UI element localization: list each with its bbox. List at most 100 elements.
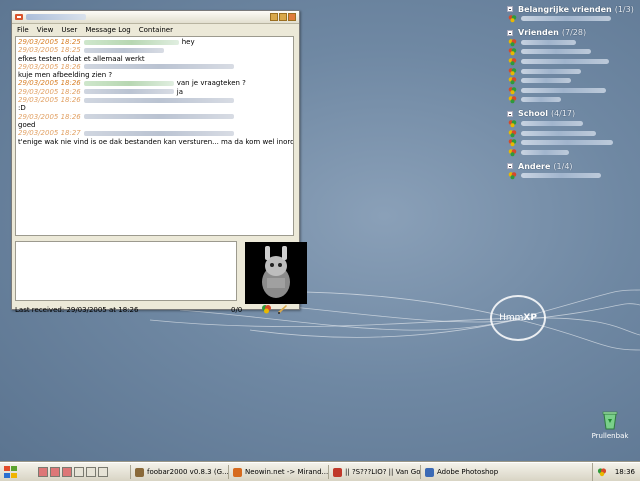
contact-list[interactable]: Belangrijke vrienden (1/3) Vrienden (7/28) S… [506, 3, 638, 184]
collapse-toggle[interactable] [507, 163, 513, 170]
group-count: (7/28) [561, 28, 587, 38]
msn-status-icon[interactable] [261, 303, 272, 314]
recycle-bin-label: Prullenbak [591, 432, 629, 440]
group-name: School [518, 109, 548, 119]
contact-item[interactable] [506, 148, 638, 158]
contact-name-redacted [521, 121, 583, 127]
collapse-toggle[interactable] [507, 6, 513, 12]
sender-name-redacted [83, 97, 234, 103]
contact-status-icon [508, 67, 517, 75]
message-timestamp: 29/03/2005 18:26 [18, 87, 81, 96]
message-row: 29/03/2005 18:26 van je vraagteken ? [18, 79, 291, 87]
message-log[interactable]: 29/03/2005 18:25 hey 29/03/2005 18:25 efkes… [15, 36, 294, 236]
last-received-text: Last received: 29/03/2005 at 18:26 [15, 306, 139, 314]
contact-item[interactable] [506, 76, 638, 86]
taskbar-button-label: foobar2000 v0.8.3 (G... [147, 468, 228, 476]
contact-avatar [245, 242, 307, 304]
message-row: 29/03/2005 18:26 ja [18, 88, 291, 96]
quicklaunch-icon[interactable] [86, 467, 96, 477]
status-bar: Last received: 29/03/2005 at 18:26 0/0 [15, 305, 297, 315]
recycle-bin-icon [602, 411, 618, 430]
message-text: kuje men afbeelding zien ? [18, 71, 113, 80]
foobar-icon [135, 467, 144, 477]
taskbar-button[interactable]: foobar2000 v0.8.3 (G... [130, 465, 228, 479]
contact-item[interactable] [506, 86, 638, 96]
contact-item[interactable] [506, 119, 638, 129]
contact-item[interactable] [506, 66, 638, 76]
menu-view[interactable]: View [37, 26, 54, 34]
contact-name-redacted [521, 173, 601, 179]
quicklaunch-icon[interactable] [62, 467, 72, 477]
contact-status-icon [508, 15, 517, 23]
quicklaunch-icon[interactable] [38, 467, 48, 477]
chat-window[interactable]: File View User Message Log Container 29/… [11, 10, 307, 314]
contact-name-redacted [521, 140, 613, 146]
send-icon[interactable] [277, 303, 288, 314]
contact-item[interactable] [506, 57, 638, 67]
contact-name-redacted [521, 16, 611, 22]
collapse-toggle[interactable] [507, 110, 513, 117]
recycle-bin[interactable]: Prullenbak [588, 410, 632, 440]
taskbar-button[interactable]: Adobe Photoshop [420, 465, 500, 479]
maximize-button[interactable] [279, 13, 287, 21]
contact-name-redacted [521, 97, 561, 103]
start-button[interactable] [4, 466, 18, 478]
minimize-button[interactable] [270, 13, 278, 21]
contact-item[interactable] [506, 138, 638, 148]
contact-group-header[interactable]: Vrienden (7/28) [506, 28, 638, 38]
contact-group-header[interactable]: Belangrijke vrienden (1/3) [506, 4, 638, 14]
contact-item[interactable] [506, 171, 638, 181]
contact-status-icon [508, 172, 517, 180]
contact-group-header[interactable]: Andere (1/4) [506, 161, 638, 171]
contact-item[interactable] [506, 38, 638, 48]
message-row: 29/03/2005 18:26 [18, 96, 291, 104]
menu-user[interactable]: User [61, 26, 77, 34]
message-text: van je vraagteken ? [176, 79, 246, 88]
group-name: Andere [518, 161, 551, 171]
message-text: goed [18, 120, 36, 129]
quicklaunch-icon[interactable] [50, 467, 60, 477]
contact-status-icon [508, 129, 517, 137]
taskbar-button[interactable]: Neowin.net -> Mirand... [228, 465, 328, 479]
contact-name-redacted [521, 59, 609, 65]
quicklaunch-icon[interactable] [74, 467, 84, 477]
message-timestamp: 29/03/2005 18:25 [18, 38, 81, 46]
message-row: t'enige wak nie vind is oe dak bestanden… [18, 138, 293, 146]
chat-titlebar[interactable] [12, 11, 299, 24]
menu-file[interactable]: File [17, 26, 29, 34]
tray-msn-icon[interactable] [597, 467, 607, 477]
contact-name-redacted [521, 49, 591, 55]
message-timestamp: 29/03/2005 18:27 [18, 129, 81, 138]
menu-message-log[interactable]: Message Log [85, 26, 130, 34]
contact-status-icon [508, 149, 517, 157]
contact-status-icon [508, 120, 517, 128]
contact-group-header[interactable]: School (4/17) [506, 109, 638, 119]
message-input[interactable] [15, 241, 237, 301]
group-count: (1/3) [614, 4, 634, 14]
sender-name-redacted [83, 39, 179, 45]
message-text: ja [176, 87, 183, 96]
collapse-toggle[interactable] [507, 29, 513, 36]
task-buttons: foobar2000 v0.8.3 (G... Neowin.net -> Mir… [130, 465, 500, 479]
clock[interactable]: 18:36 [615, 468, 635, 476]
contact-item[interactable] [506, 14, 638, 24]
close-button[interactable] [288, 13, 296, 21]
logo-suffix: XP [523, 313, 537, 323]
contact-name-redacted [521, 68, 581, 74]
group-count: (4/17) [550, 109, 576, 119]
message-row: efkes testen ofdat et allemaal werkt [18, 55, 291, 63]
contact-item[interactable] [506, 95, 638, 105]
taskbar-button[interactable]: || ?S???LIO? || Van Go... [328, 465, 420, 479]
contact-item[interactable] [506, 47, 638, 57]
contact-item[interactable] [506, 128, 638, 138]
message-timestamp: 29/03/2005 18:26 [18, 79, 81, 88]
message-text: :D [18, 104, 26, 113]
sender-name-redacted [83, 64, 234, 70]
contact-status-icon [508, 58, 517, 66]
taskbar-button-label: || ?S???LIO? || Van Go... [345, 468, 420, 476]
firefox-icon [233, 467, 242, 477]
message-row: 29/03/2005 18:25 hey [18, 38, 291, 46]
contact-name-redacted [521, 130, 596, 136]
quicklaunch-icon[interactable] [98, 467, 108, 477]
menu-container[interactable]: Container [139, 26, 173, 34]
